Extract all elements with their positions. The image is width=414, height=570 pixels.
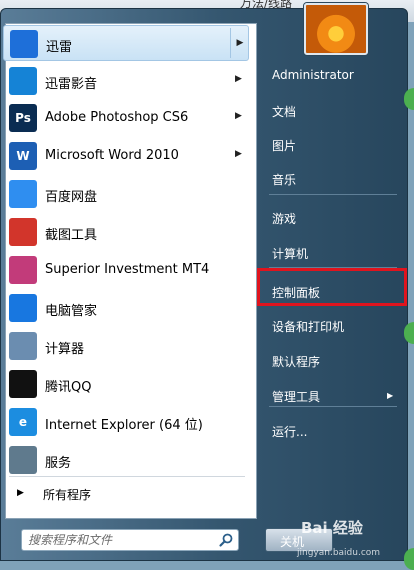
right-link-documents[interactable]: 文档: [263, 98, 403, 124]
right-link-label: 控制面板: [272, 286, 321, 300]
right-link-label: 设备和打印机: [272, 320, 345, 334]
program-item-photoshop[interactable]: Ps Adobe Photoshop CS6 ▶: [3, 100, 249, 136]
program-item-services[interactable]: 服务: [3, 442, 249, 478]
right-link-devices-printers[interactable]: 设备和打印机: [263, 313, 403, 339]
right-link-label: Administrator: [272, 68, 354, 82]
right-link-label: 游戏: [272, 212, 297, 226]
program-label: 截图工具: [45, 228, 98, 243]
start-menu: ▶ 所有程序 关机 Bai 经验 jingyan.baidu.com 迅雷▶迅雷…: [0, 3, 408, 561]
program-label: 腾讯QQ: [45, 380, 92, 395]
program-item-snipping[interactable]: 截图工具: [3, 214, 249, 250]
word-icon: W: [9, 142, 37, 170]
watermark-url: jingyan.baidu.com: [297, 548, 381, 558]
right-link-administrator[interactable]: Administrator: [263, 63, 403, 89]
submenu-arrow-icon[interactable]: ▶: [235, 111, 242, 121]
search-box[interactable]: [21, 529, 239, 551]
xunlei-player-icon: [9, 67, 37, 95]
program-item-mt4[interactable]: Superior Investment MT4: [3, 252, 249, 288]
baidu-jingyan-watermark: Bai 经验: [301, 519, 363, 537]
program-item-pc-manager[interactable]: 电脑管家: [3, 290, 249, 326]
right-link-label: 运行...: [272, 425, 308, 439]
right-link-label: 图片: [272, 139, 297, 153]
internet-explorer-icon: e: [9, 408, 37, 436]
right-link-label: 默认程序: [272, 355, 321, 369]
right-link-label: 计算机: [272, 247, 309, 261]
submenu-arrow-icon[interactable]: ▶: [235, 74, 242, 84]
program-label: Adobe Photoshop CS6: [45, 110, 189, 125]
right-pane-separator: [269, 267, 397, 268]
qq-penguin-icon: [9, 370, 37, 398]
program-item-baidu-pan[interactable]: 百度网盘: [3, 176, 249, 212]
right-link-default-programs[interactable]: 默认程序: [263, 348, 403, 374]
shield-icon: [9, 294, 37, 322]
desktop-edge-decoration: [404, 548, 414, 570]
user-account-picture[interactable]: [304, 3, 368, 55]
program-label: 电脑管家: [45, 304, 98, 319]
submenu-arrow-icon[interactable]: ▶: [235, 149, 242, 159]
program-label: Superior Investment MT4: [45, 262, 210, 277]
program-label: 迅雷影音: [45, 77, 98, 92]
right-link-label: 文档: [272, 105, 297, 119]
program-item-qq[interactable]: 腾讯QQ: [3, 366, 249, 402]
program-item-calculator[interactable]: 计算器: [3, 328, 249, 364]
gears-icon: [9, 446, 37, 474]
program-label: 百度网盘: [45, 190, 98, 205]
calculator-icon: [9, 332, 37, 360]
program-item-xunlei-player[interactable]: 迅雷影音 ▶: [3, 63, 249, 99]
right-link-music[interactable]: 音乐: [263, 166, 403, 192]
program-label: 迅雷: [46, 40, 73, 55]
submenu-arrow-icon[interactable]: ▶: [230, 28, 249, 58]
submenu-arrow-icon: ▶: [387, 391, 394, 400]
search-icon[interactable]: [218, 532, 234, 548]
right-pane-separator: [269, 406, 397, 407]
photoshop-icon: Ps: [9, 104, 37, 132]
right-link-label: 音乐: [272, 173, 297, 187]
program-label: Microsoft Word 2010: [45, 148, 179, 163]
right-link-label: 管理工具: [272, 390, 321, 404]
search-input[interactable]: [28, 532, 214, 548]
program-item-xunlei[interactable]: 迅雷 ▶: [3, 25, 249, 61]
right-link-games[interactable]: 游戏: [263, 205, 403, 231]
right-link-computer[interactable]: 计算机: [263, 240, 403, 266]
program-label: Internet Explorer (64 位): [45, 418, 203, 433]
right-link-run[interactable]: 运行...: [263, 418, 403, 444]
program-item-ie[interactable]: e Internet Explorer (64 位): [3, 404, 249, 440]
triangle-right-icon: ▶: [17, 488, 24, 498]
mt4-icon: [9, 256, 37, 284]
program-item-word[interactable]: W Microsoft Word 2010 ▶: [3, 138, 249, 174]
xunlei-bird-icon: [10, 30, 38, 58]
right-link-pictures[interactable]: 图片: [263, 132, 403, 158]
all-programs-button[interactable]: ▶ 所有程序: [11, 485, 211, 505]
all-programs-label: 所有程序: [43, 488, 92, 502]
program-label: 服务: [45, 456, 72, 471]
program-label: 计算器: [45, 342, 85, 357]
right-pane-separator: [269, 194, 397, 195]
scissors-icon: [9, 218, 37, 246]
right-link-control-panel[interactable]: 控制面板: [263, 279, 403, 305]
baidu-pan-icon: [9, 180, 37, 208]
